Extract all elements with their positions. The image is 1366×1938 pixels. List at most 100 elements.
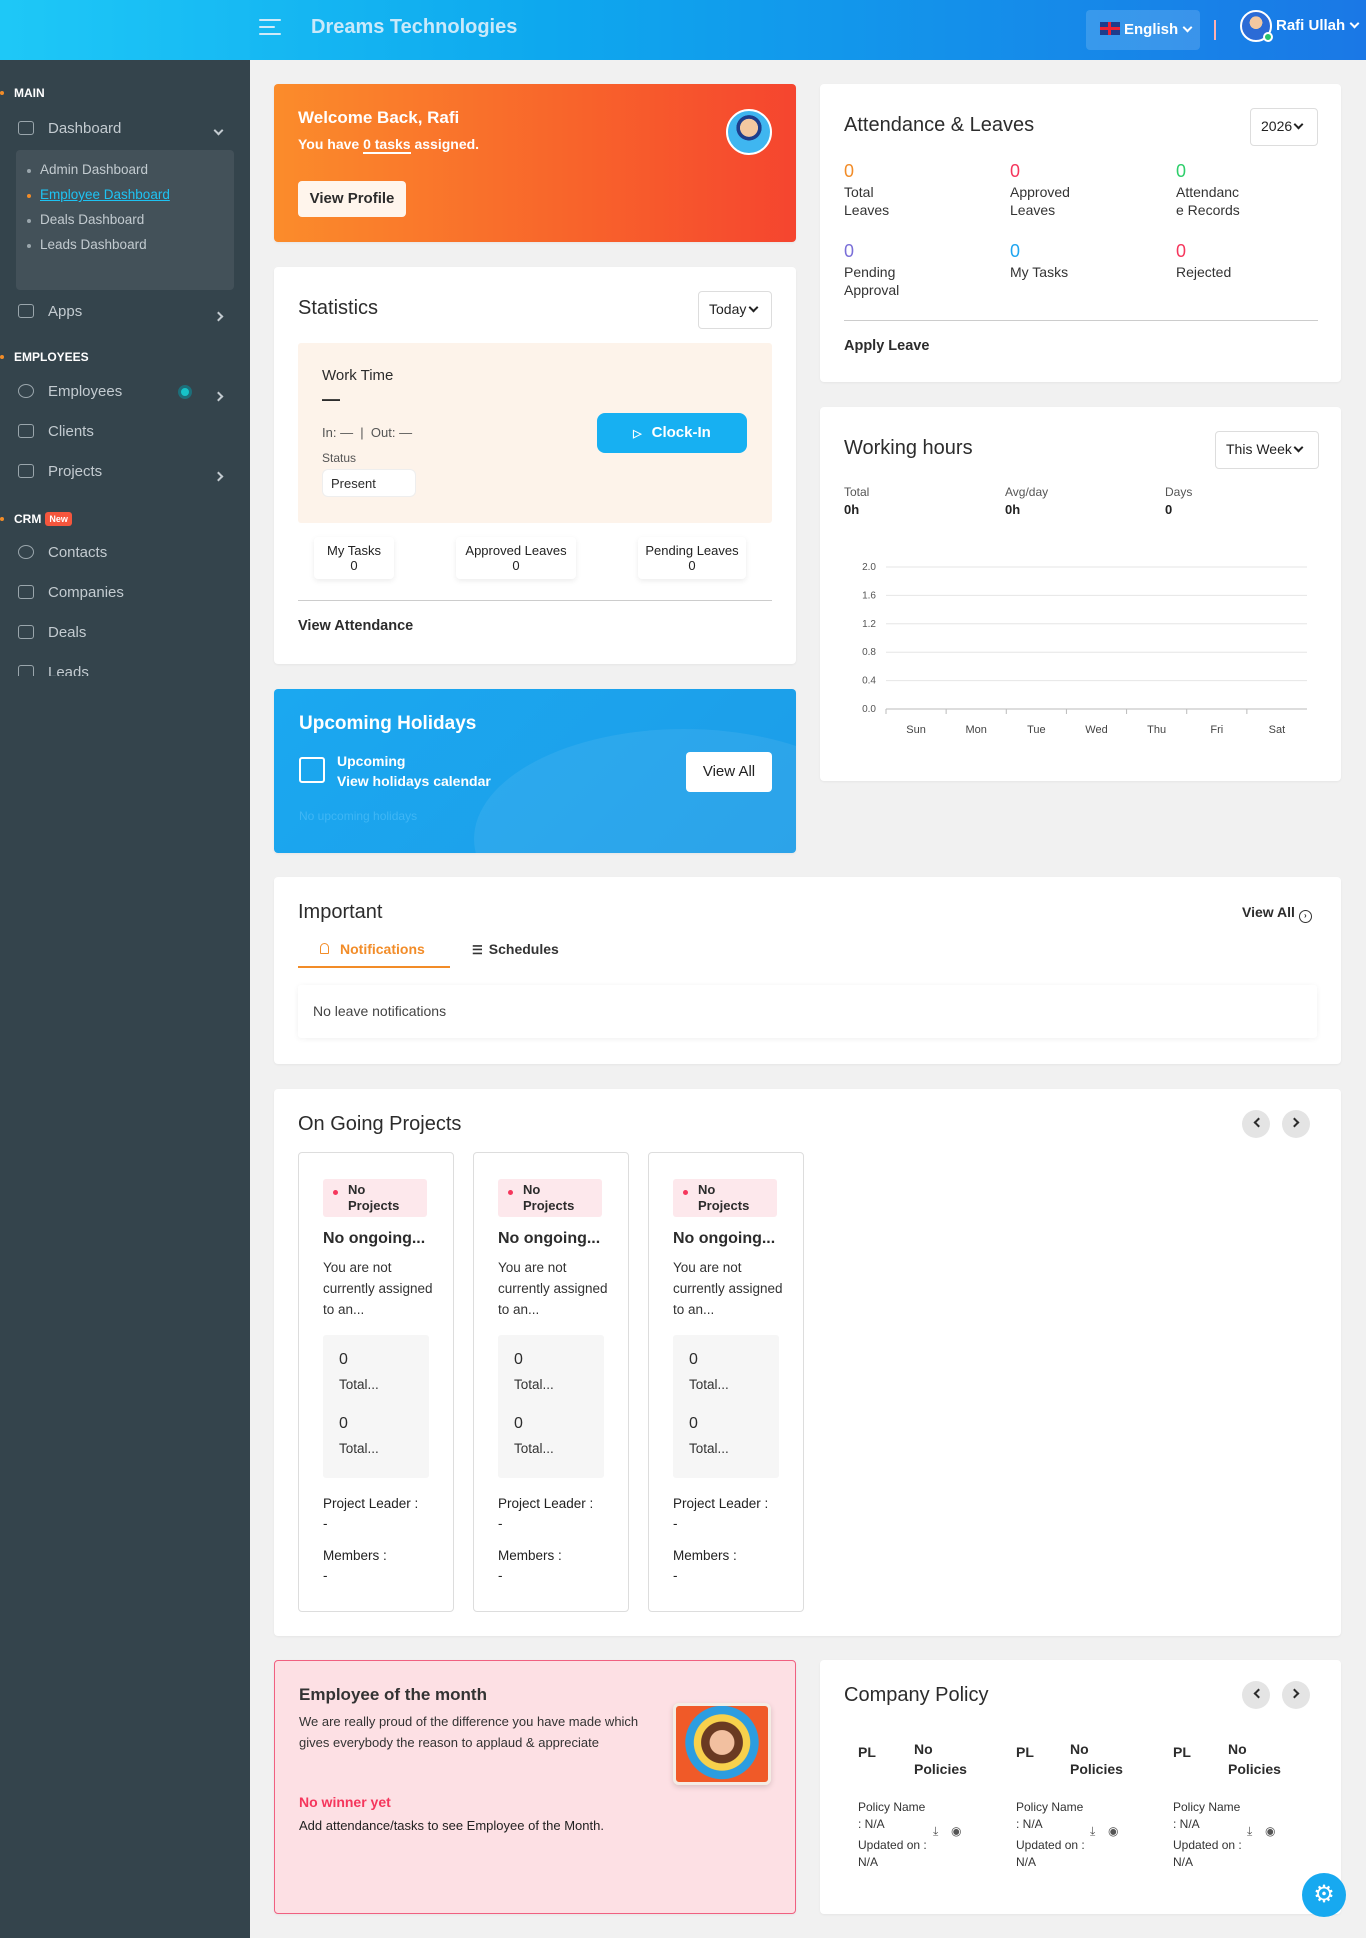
download-icon[interactable]: ⤓ xyxy=(1247,1824,1252,1839)
language-selector[interactable]: English xyxy=(1086,10,1200,50)
view-profile-button[interactable]: View Profile xyxy=(298,181,406,217)
x-tick-label: Wed xyxy=(1085,724,1107,736)
project-title: No ongoing... xyxy=(498,1230,601,1247)
clock-in-button[interactable]: ▷ Clock-In xyxy=(597,413,747,453)
policy-abbr: PL xyxy=(1016,1744,1034,1760)
sidebar-item-deals[interactable]: Deals xyxy=(18,624,238,641)
prev-button[interactable] xyxy=(1242,1110,1270,1138)
members-value: - xyxy=(673,1568,678,1583)
submenu-employee-dashboard[interactable]: Employee Dashboard xyxy=(27,187,170,202)
stat-label: Pending Approval xyxy=(844,264,900,298)
tasks-count-link[interactable]: 0 tasks xyxy=(363,136,411,154)
users-icon xyxy=(18,424,34,438)
policy-details: Policy Name: N/A Updated on : N/A xyxy=(858,1799,927,1871)
total-label: Total... xyxy=(339,1441,379,1456)
eye-icon[interactable]: ◉ xyxy=(1108,1824,1118,1838)
statistics-period-select[interactable]: Today xyxy=(698,291,772,329)
total-value: 0 xyxy=(339,1415,348,1432)
chevron-right-icon xyxy=(213,387,224,404)
sidebar-item-label: Clients xyxy=(48,423,94,440)
prev-button[interactable] xyxy=(1242,1681,1270,1709)
sidebar-item-companies[interactable]: Companies xyxy=(18,584,238,601)
rocket-icon xyxy=(18,464,34,478)
total-value: 0 xyxy=(339,1351,348,1368)
welcome-text-pre: You have xyxy=(298,136,360,152)
sidebar-item-dashboard[interactable]: Dashboard xyxy=(18,120,238,137)
submenu-admin-dashboard[interactable]: Admin Dashboard xyxy=(26,162,148,177)
brand-name[interactable]: Dreams Technologies xyxy=(311,16,517,39)
view-attendance-link[interactable]: View Attendance xyxy=(298,618,413,634)
employee-photo xyxy=(673,1703,771,1785)
attendance-records-stat: 0 Attendanc e Records xyxy=(1176,162,1240,219)
total-label: Total... xyxy=(514,1377,554,1392)
statistics-card: Statistics Today Work Time — In: — | Out… xyxy=(274,267,796,664)
sidebar-item-projects[interactable]: Projects xyxy=(18,463,238,482)
stat-value: 0 xyxy=(512,558,520,573)
online-status-dot xyxy=(1263,32,1273,42)
project-desc: You are not currently assigned to an... xyxy=(673,1260,783,1317)
statistics-title: Statistics xyxy=(298,297,379,319)
approved-leaves-stat: 0 Approved Leaves xyxy=(1010,162,1070,219)
members-label: Members : xyxy=(673,1548,737,1563)
work-time-value: — xyxy=(322,389,340,409)
apply-leave-link[interactable]: Apply Leave xyxy=(844,338,929,354)
eye-icon[interactable]: ◉ xyxy=(951,1824,961,1838)
eye-icon[interactable]: ◉ xyxy=(1265,1824,1275,1838)
detail-label: Updated on : xyxy=(858,1838,927,1852)
total-value: 0 xyxy=(514,1351,523,1368)
uk-flag-icon xyxy=(1100,22,1120,35)
chevron-down-icon xyxy=(1293,119,1304,130)
days-summary: Days 0 xyxy=(1165,483,1192,519)
chevron-right-icon xyxy=(1289,1117,1299,1128)
sidebar-item-clients[interactable]: Clients xyxy=(18,423,238,440)
chevron-right-icon xyxy=(213,307,224,324)
view-all-holidays-button[interactable]: View All xyxy=(686,752,772,792)
totals-box: 0 Total... 0 Total... xyxy=(673,1335,779,1478)
sidebar-item-employees[interactable]: Employees xyxy=(18,383,238,402)
download-icon[interactable]: ⤓ xyxy=(933,1824,938,1839)
project-card[interactable]: No Projects No ongoing... You are not cu… xyxy=(473,1152,629,1612)
tab-schedules[interactable]: ☰ Schedules xyxy=(472,941,559,957)
project-desc: You are not currently assigned to an... xyxy=(323,1260,433,1317)
stat-label: My Tasks xyxy=(1010,264,1069,280)
bell-icon xyxy=(320,943,329,954)
chevron-down-icon xyxy=(1293,442,1304,453)
sidebar-item-leads[interactable]: Leads xyxy=(18,664,238,676)
menu-toggle-icon[interactable] xyxy=(259,19,281,37)
project-card[interactable]: No Projects No ongoing... You are not cu… xyxy=(298,1152,454,1612)
tab-notifications[interactable]: Notifications xyxy=(298,935,450,968)
y-tick-label: 0.0 xyxy=(862,704,876,715)
tab-label: Notifications xyxy=(340,941,425,957)
next-button[interactable] xyxy=(1282,1110,1310,1138)
submenu-leads-dashboard[interactable]: Leads Dashboard xyxy=(27,237,147,252)
y-tick-label: 0.8 xyxy=(862,647,876,658)
leader-label: Project Leader : xyxy=(323,1496,419,1511)
summary-value: 0 xyxy=(1165,502,1173,517)
sidebar-item-label: Projects xyxy=(48,463,103,480)
company-policy-card: Company Policy PL No Policies Policy Nam… xyxy=(820,1660,1341,1914)
view-all-important-link[interactable]: View All › xyxy=(1242,904,1312,923)
approved-leaves-stat: Approved Leaves 0 xyxy=(456,537,576,579)
chevron-down-icon xyxy=(209,124,224,141)
summary-value: 0h xyxy=(844,502,860,517)
year-select[interactable]: 2026 xyxy=(1250,108,1318,146)
stat-label: Attendanc e Records xyxy=(1176,184,1240,218)
sidebar-item-contacts[interactable]: Contacts xyxy=(18,544,238,561)
status-badge: No Projects xyxy=(673,1179,777,1217)
eotm-title: Employee of the month xyxy=(299,1685,487,1704)
policy-details: Policy Name: N/A Updated on : N/A xyxy=(1173,1799,1242,1871)
rejected-stat: 0 Rejected xyxy=(1176,242,1231,281)
contact-icon xyxy=(18,545,34,559)
submenu-deals-dashboard[interactable]: Deals Dashboard xyxy=(26,212,144,227)
next-button[interactable] xyxy=(1282,1681,1310,1709)
week-select[interactable]: This Week xyxy=(1215,431,1319,469)
select-value: Today xyxy=(709,301,747,317)
policy-name: No Policies xyxy=(1070,1741,1123,1777)
settings-gear-icon[interactable]: ⚙ xyxy=(1302,1873,1346,1917)
sidebar-item-apps[interactable]: Apps xyxy=(18,303,238,322)
chevron-down-icon xyxy=(1349,18,1360,29)
user-menu[interactable]: Rafi Ullah xyxy=(1240,10,1360,42)
stat-label: Rejected xyxy=(1176,264,1232,280)
project-card[interactable]: No Projects No ongoing... You are not cu… xyxy=(648,1152,804,1612)
download-icon[interactable]: ⤓ xyxy=(1090,1824,1095,1839)
